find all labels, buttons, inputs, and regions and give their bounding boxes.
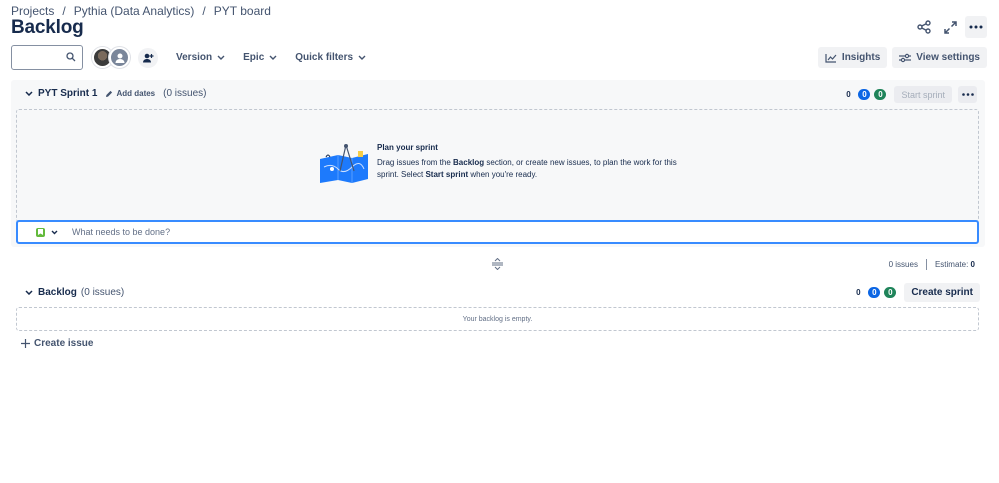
create-issue-input[interactable]: What needs to be done? <box>72 227 170 237</box>
more-icon <box>961 93 974 96</box>
sprint-actions: 0 0 0 Start sprint <box>842 86 977 103</box>
chevron-down-icon[interactable] <box>51 230 58 235</box>
fullscreen-button[interactable] <box>939 16 961 38</box>
sprint-more-button[interactable] <box>958 86 977 103</box>
avatar[interactable] <box>109 47 130 68</box>
version-filter-label: Version <box>176 52 213 63</box>
plan-text: when you're ready. <box>468 170 538 179</box>
plan-sprint-message: Plan your sprint Drag issues from the Ba… <box>377 142 687 181</box>
header-actions <box>913 16 987 38</box>
breadcrumb-separator: / <box>62 4 66 18</box>
create-issue-field[interactable]: What needs to be done? <box>16 220 979 244</box>
backlog-actions: 0 0 0 Create sprint <box>852 283 980 302</box>
breadcrumb: Projects / Pythia (Data Analytics) / PYT… <box>11 4 271 18</box>
backlog-empty-text: Your backlog is empty. <box>462 315 533 323</box>
insights-button[interactable]: Insights <box>817 47 888 68</box>
view-settings-button[interactable]: View settings <box>892 47 987 68</box>
search-input[interactable] <box>11 45 83 70</box>
page-title: Backlog <box>11 17 84 38</box>
in-progress-count-badge: 0 <box>858 89 871 100</box>
pencil-icon <box>106 90 113 97</box>
plan-text-bold: Backlog <box>453 158 485 167</box>
todo-count-badge: 0 <box>856 288 861 297</box>
breadcrumb-project[interactable]: Pythia (Data Analytics) <box>74 4 195 18</box>
insights-label: Insights <box>841 52 881 63</box>
start-sprint-button[interactable]: Start sprint <box>894 86 952 103</box>
plus-icon <box>21 339 30 348</box>
chevron-down-icon <box>217 55 225 60</box>
create-issue-button[interactable]: Create issue <box>21 338 93 349</box>
divider <box>925 259 927 270</box>
person-icon <box>115 53 124 63</box>
sprint-panel: PYT Sprint 1 Add dates (0 issues) 0 0 0 … <box>11 80 985 247</box>
breadcrumb-board[interactable]: PYT board <box>214 4 271 18</box>
breadcrumb-projects[interactable]: Projects <box>11 4 54 18</box>
avatar-group <box>92 47 130 68</box>
chart-icon <box>825 53 837 63</box>
resize-handle-icon[interactable] <box>492 258 503 270</box>
todo-count-badge: 0 <box>846 90 851 99</box>
view-settings-label: View settings <box>916 52 980 63</box>
backlog-title: Backlog <box>38 287 77 298</box>
share-icon <box>917 20 931 34</box>
more-actions-button[interactable] <box>965 16 987 38</box>
add-person-icon <box>143 53 154 62</box>
plan-text: section, or create new issues, to plan t… <box>484 158 677 167</box>
plan-text: sprint. Select <box>377 170 426 179</box>
plan-sprint-title: Plan your sprint <box>377 143 438 152</box>
backlog-header[interactable]: Backlog (0 issues) <box>25 287 124 298</box>
in-progress-count-badge: 0 <box>868 287 881 298</box>
plan-sprint-body: Drag issues from the Backlog section, or… <box>377 157 687 181</box>
sprint-plan-illustration <box>320 144 368 183</box>
estimate-label: Estimate: <box>934 260 969 269</box>
more-icon <box>969 25 983 29</box>
estimate-value: 0 <box>970 260 975 269</box>
share-button[interactable] <box>913 16 935 38</box>
chevron-down-icon[interactable] <box>25 290 33 295</box>
breadcrumb-separator: / <box>202 4 206 18</box>
sprint-summary-issues: 0 issues <box>888 260 918 269</box>
expand-icon <box>943 20 957 34</box>
sprint-name[interactable]: PYT Sprint 1 <box>38 88 97 99</box>
add-people-button[interactable] <box>138 47 158 68</box>
done-count-badge: 0 <box>874 89 887 100</box>
toolbar-right: Insights View settings <box>817 47 987 68</box>
backlog-issue-count: (0 issues) <box>80 287 125 298</box>
create-issue-label: Create issue <box>34 338 94 349</box>
add-dates-button[interactable]: Add dates <box>105 89 155 98</box>
create-sprint-button[interactable]: Create sprint <box>904 283 980 302</box>
search-icon <box>66 52 76 62</box>
chevron-down-icon[interactable] <box>25 91 33 96</box>
story-type-icon[interactable] <box>36 227 45 237</box>
sprint-issue-count: (0 issues) <box>163 88 207 99</box>
backlog-empty-state[interactable]: Your backlog is empty. <box>16 307 979 331</box>
toolbar: Version Epic Quick filters Insights View… <box>11 45 987 70</box>
sprint-header[interactable]: PYT Sprint 1 Add dates (0 issues) <box>25 88 206 99</box>
quick-filters-label: Quick filters <box>295 52 354 63</box>
epic-filter-label: Epic <box>243 52 265 63</box>
done-count-badge: 0 <box>884 287 897 298</box>
epic-filter[interactable]: Epic <box>243 52 277 63</box>
plan-text-bold: Start sprint <box>425 170 469 179</box>
quick-filters[interactable]: Quick filters <box>295 52 366 63</box>
chevron-down-icon <box>358 55 366 60</box>
sliders-icon <box>899 53 912 62</box>
sprint-summary: 0 issues Estimate: 0 <box>889 259 975 270</box>
chevron-down-icon <box>269 55 277 60</box>
version-filter[interactable]: Version <box>176 52 225 63</box>
add-dates-label: Add dates <box>116 89 156 98</box>
plan-text: Drag issues from the <box>377 158 454 167</box>
sprint-dropzone[interactable]: Plan your sprint Drag issues from the Ba… <box>16 109 979 222</box>
